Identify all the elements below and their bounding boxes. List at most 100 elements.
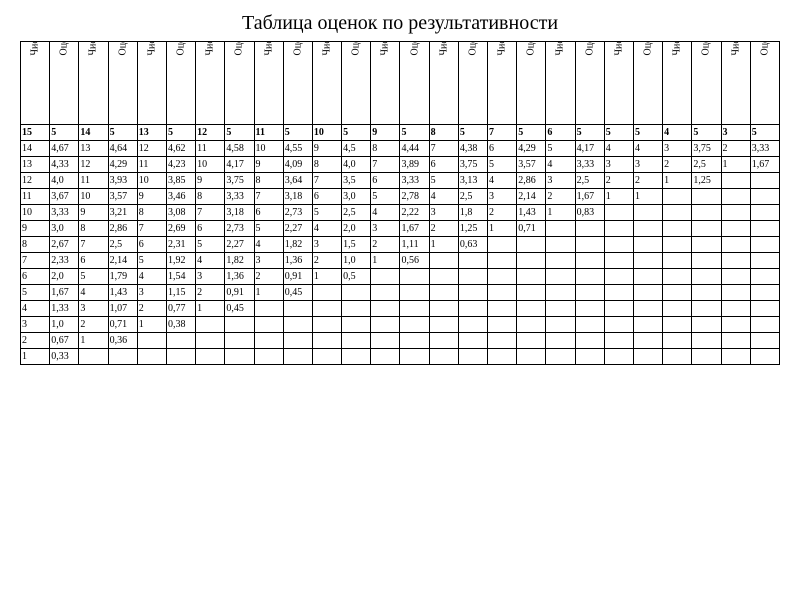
cell bbox=[458, 253, 487, 269]
cell bbox=[604, 253, 633, 269]
cell bbox=[400, 317, 429, 333]
cell bbox=[429, 301, 458, 317]
cell: 9 bbox=[196, 173, 225, 189]
cell: 4 bbox=[546, 157, 575, 173]
cell: 3 bbox=[371, 221, 400, 237]
cell: 7 bbox=[312, 173, 341, 189]
cell: 1,0 bbox=[50, 317, 79, 333]
cell: 11 bbox=[196, 141, 225, 157]
cell bbox=[604, 349, 633, 365]
cell: 7 bbox=[137, 221, 166, 237]
cell bbox=[575, 301, 604, 317]
cell bbox=[721, 269, 750, 285]
cell: 0,91 bbox=[283, 269, 312, 285]
cell bbox=[604, 301, 633, 317]
cell bbox=[692, 301, 721, 317]
cell: 8 bbox=[196, 189, 225, 205]
cell: 5 bbox=[50, 125, 79, 141]
cell: 3,67 bbox=[50, 189, 79, 205]
cell: 3,21 bbox=[108, 205, 137, 221]
table-row: 72,3362,1451,9241,8231,3621,010,56 bbox=[21, 253, 780, 269]
cell: 2,14 bbox=[517, 189, 546, 205]
cell bbox=[546, 285, 575, 301]
col-header: Оценка bbox=[225, 42, 254, 125]
cell bbox=[546, 269, 575, 285]
cell: 3,64 bbox=[283, 173, 312, 189]
cell: 5 bbox=[517, 125, 546, 141]
cell: 3 bbox=[254, 253, 283, 269]
cell bbox=[750, 253, 779, 269]
cell bbox=[517, 349, 546, 365]
cell bbox=[254, 317, 283, 333]
cell: 3,33 bbox=[400, 173, 429, 189]
col-header: Оценка bbox=[633, 42, 662, 125]
cell bbox=[721, 173, 750, 189]
cell: 5 bbox=[750, 125, 779, 141]
cell: 2,27 bbox=[283, 221, 312, 237]
cell: 9 bbox=[254, 157, 283, 173]
cell: 4,17 bbox=[575, 141, 604, 157]
cell bbox=[692, 269, 721, 285]
cell bbox=[692, 285, 721, 301]
cell: 3 bbox=[21, 317, 50, 333]
cell bbox=[633, 253, 662, 269]
cell: 3,85 bbox=[166, 173, 195, 189]
cell: 9 bbox=[79, 205, 108, 221]
cell: 1 bbox=[196, 301, 225, 317]
cell bbox=[750, 189, 779, 205]
cell bbox=[429, 317, 458, 333]
cell: 0,45 bbox=[283, 285, 312, 301]
cell bbox=[721, 301, 750, 317]
cell: 0,33 bbox=[50, 349, 79, 365]
cell: 0,63 bbox=[458, 237, 487, 253]
cell: 6 bbox=[429, 157, 458, 173]
cell: 2,86 bbox=[517, 173, 546, 189]
cell bbox=[604, 237, 633, 253]
cell: 1 bbox=[546, 205, 575, 221]
col-header: Оценка bbox=[692, 42, 721, 125]
cell: 2 bbox=[371, 237, 400, 253]
cell bbox=[750, 173, 779, 189]
cell: 1,11 bbox=[400, 237, 429, 253]
cell bbox=[750, 285, 779, 301]
cell bbox=[429, 253, 458, 269]
cell: 2,69 bbox=[166, 221, 195, 237]
cell: 4,33 bbox=[50, 157, 79, 173]
cell bbox=[604, 205, 633, 221]
cell: 0,36 bbox=[108, 333, 137, 349]
cell bbox=[371, 317, 400, 333]
cell bbox=[750, 301, 779, 317]
cell: 4 bbox=[663, 125, 692, 141]
cell: 3 bbox=[429, 205, 458, 221]
cell: 4 bbox=[604, 141, 633, 157]
cell bbox=[342, 285, 371, 301]
cell bbox=[225, 333, 254, 349]
cell: 4,29 bbox=[517, 141, 546, 157]
cell: 2,33 bbox=[50, 253, 79, 269]
cell: 13 bbox=[21, 157, 50, 173]
cell bbox=[254, 333, 283, 349]
cell bbox=[633, 349, 662, 365]
cell: 3,57 bbox=[517, 157, 546, 173]
cell: 7 bbox=[371, 157, 400, 173]
cell bbox=[196, 349, 225, 365]
cell bbox=[546, 221, 575, 237]
col-header: Число bbox=[21, 42, 50, 125]
cell: 2 bbox=[604, 173, 633, 189]
col-header: Число bbox=[196, 42, 225, 125]
col-header: Число bbox=[546, 42, 575, 125]
cell: 1,36 bbox=[225, 269, 254, 285]
cell: 4,58 bbox=[225, 141, 254, 157]
cell bbox=[575, 349, 604, 365]
cell: 2,27 bbox=[225, 237, 254, 253]
cell: 9 bbox=[312, 141, 341, 157]
cell: 5 bbox=[371, 189, 400, 205]
cell bbox=[283, 317, 312, 333]
cell: 1,25 bbox=[458, 221, 487, 237]
cell: 2 bbox=[633, 173, 662, 189]
cell: 3 bbox=[488, 189, 517, 205]
cell: 4 bbox=[312, 221, 341, 237]
cell: 2,73 bbox=[283, 205, 312, 221]
cell: 0,71 bbox=[108, 317, 137, 333]
cell: 14 bbox=[79, 125, 108, 141]
